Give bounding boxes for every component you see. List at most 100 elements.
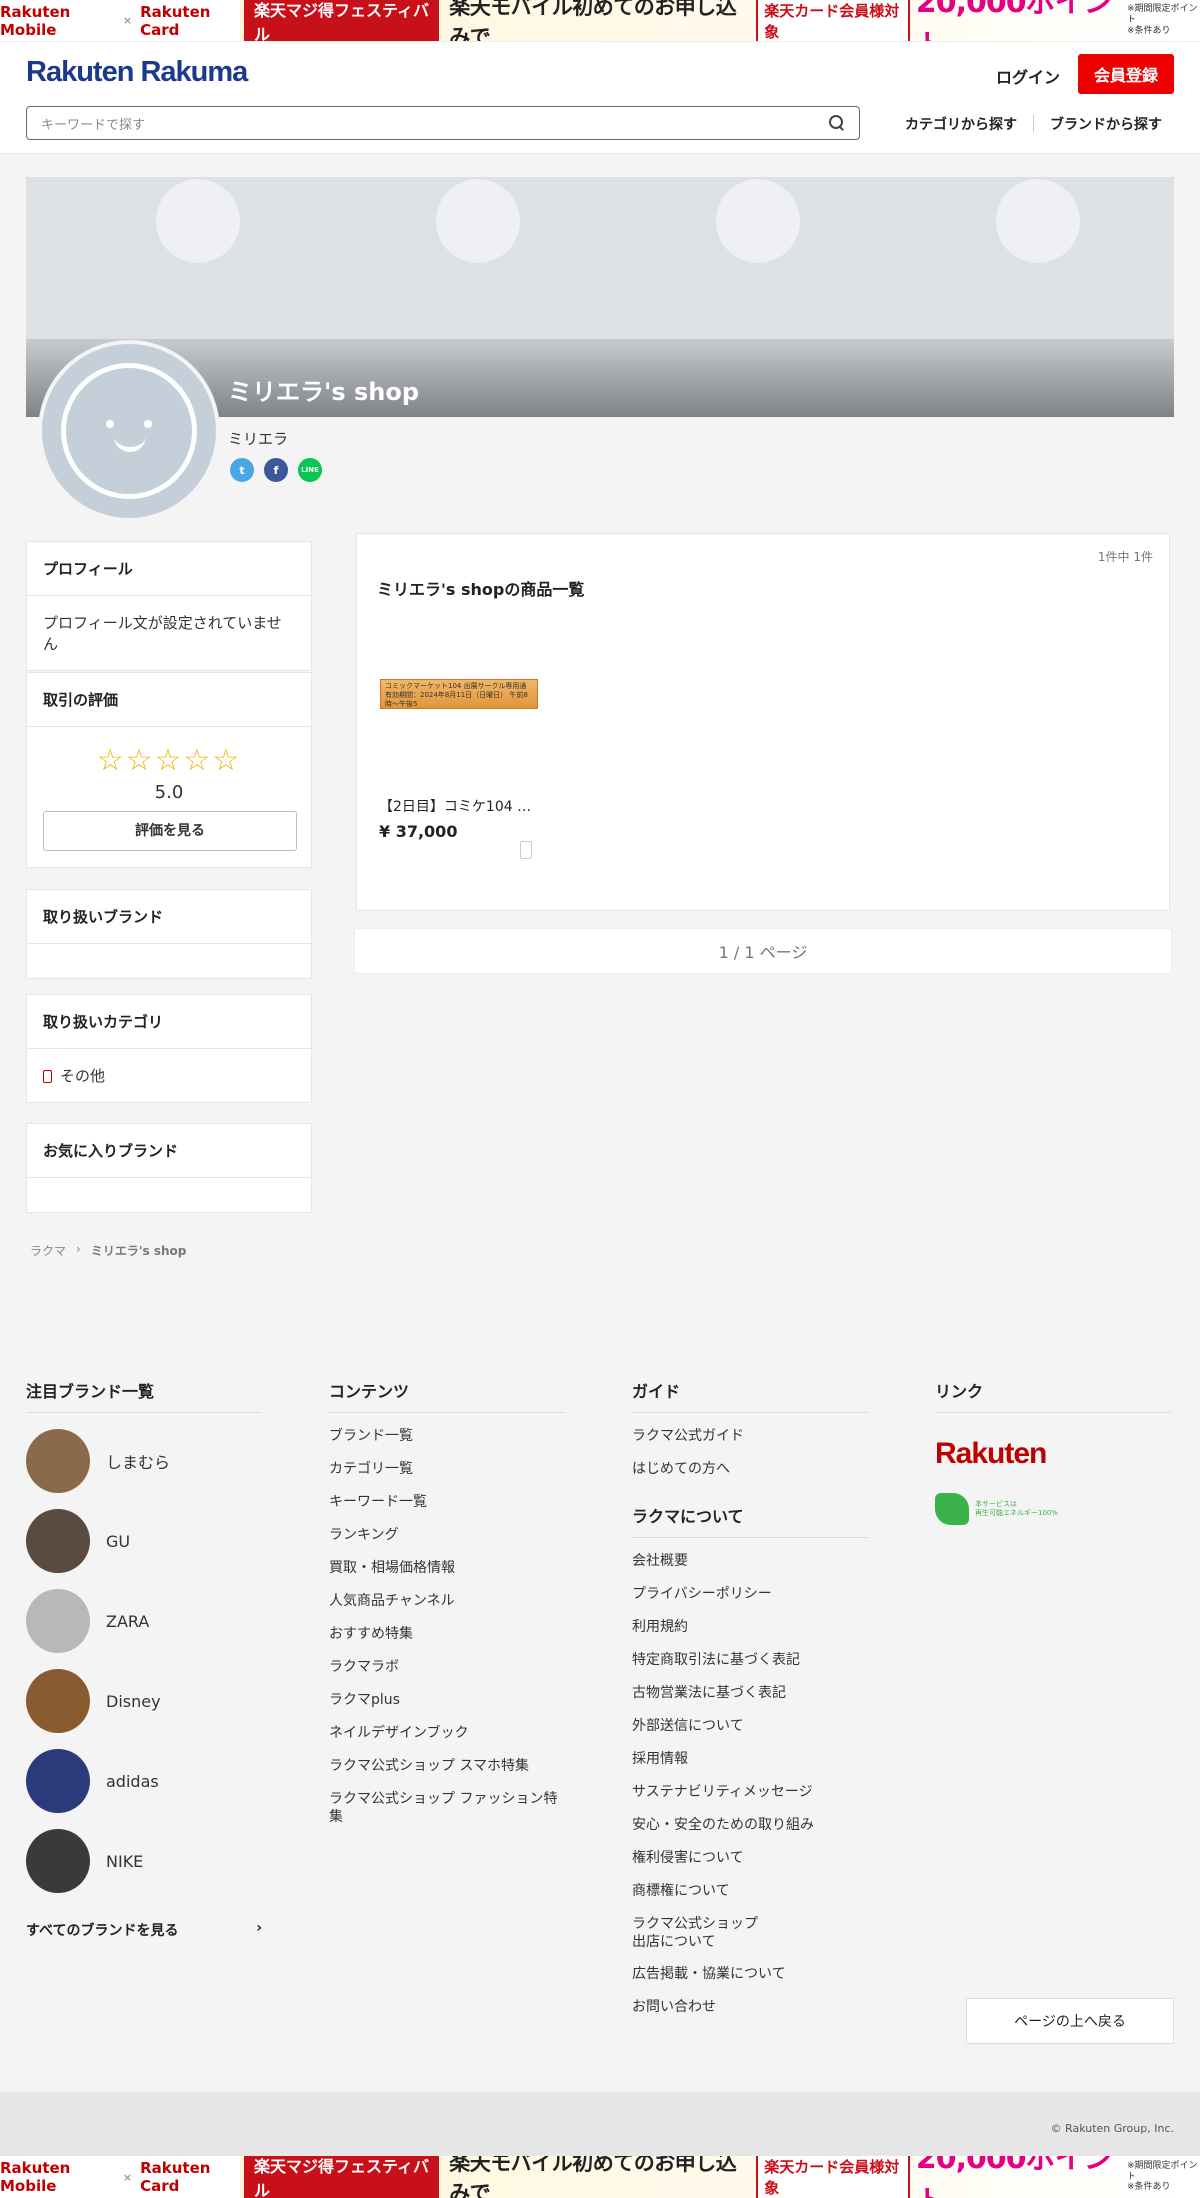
- footer-link[interactable]: ネイルデザインブック: [329, 1720, 565, 1753]
- product-list: 1件中 1件 ミリエラ's shopの商品一覧 コミックマーケット104 出展サ…: [356, 533, 1170, 911]
- footer-link[interactable]: 古物営業法に基づく表記: [632, 1680, 868, 1713]
- promo-note-2: ※条件あり: [1127, 2182, 1171, 2193]
- footer-link[interactable]: ラクマ公式ショップ 出店について: [632, 1911, 772, 1961]
- promo-note: ※期間限定ポイント ※条件あり: [1127, 2161, 1200, 2193]
- product-name[interactable]: 【2日目】コミケ104 C...: [379, 796, 539, 816]
- chevron-right-icon: ›: [256, 1920, 262, 1936]
- brand-image: [26, 1429, 90, 1493]
- promo-brands: Rakuten Mobile × Rakuten Card: [0, 2159, 240, 2195]
- promo-banner-top[interactable]: Rakuten Mobile × Rakuten Card 楽天マジ得フェスティ…: [0, 0, 1200, 42]
- footer-link[interactable]: 人気商品チャンネル: [329, 1588, 565, 1621]
- footer-link[interactable]: 安心・安全のための取り組み: [632, 1812, 868, 1845]
- footer-link[interactable]: キーワード一覧: [329, 1489, 565, 1522]
- rakuten-logo[interactable]: Rakuten: [935, 1437, 1171, 1471]
- ticket-line-2: 有効期間：2024年8月11日（日曜日） 午前8時〜午後5: [385, 691, 528, 709]
- signup-button[interactable]: 会員登録: [1078, 54, 1174, 94]
- breadcrumb-home[interactable]: ラクマ: [30, 1242, 66, 1259]
- footer-link[interactable]: ランキング: [329, 1522, 565, 1555]
- brand-item[interactable]: adidas: [26, 1741, 262, 1821]
- nav-category[interactable]: カテゴリから探す: [905, 114, 1017, 134]
- avatar-mouth: [114, 434, 146, 452]
- shop-title: ミリエラ's shop: [228, 378, 420, 406]
- brand-item[interactable]: しまむら: [26, 1421, 262, 1501]
- list-title: ミリエラ's shopの商品一覧: [377, 580, 585, 599]
- brand-item[interactable]: ZARA: [26, 1581, 262, 1661]
- rakuma-logo[interactable]: Rakuten Rakuma: [26, 56, 248, 89]
- brand-item[interactable]: Disney: [26, 1661, 262, 1741]
- avatar-eye: [106, 420, 114, 428]
- footer-link[interactable]: 権利侵害について: [632, 1845, 868, 1878]
- promo-times: ×: [122, 2170, 133, 2184]
- nav-brand[interactable]: ブランドから探す: [1050, 114, 1162, 134]
- footer-link[interactable]: 会社概要: [632, 1548, 868, 1581]
- cover-pattern: [1002, 185, 1074, 257]
- footer-link[interactable]: プライバシーポリシー: [632, 1581, 868, 1614]
- rating-panel: 取引の評価 ☆☆☆☆☆ 5.0 評価を見る: [26, 672, 312, 868]
- ticket-line-1: コミックマーケット104 出展サークル専用通: [385, 682, 527, 690]
- login-link[interactable]: ログイン: [996, 64, 1060, 88]
- search-placeholder: キーワードで探す: [41, 117, 146, 133]
- profile-panel: プロフィール プロフィール文が設定されていません: [26, 541, 312, 671]
- footer-link[interactable]: 特定商取引法に基づく表記: [632, 1647, 868, 1680]
- footer-link[interactable]: 外部送信について: [632, 1713, 868, 1746]
- footer-links-heading: リンク: [935, 1378, 1171, 1413]
- categories-panel: 取り扱いカテゴリ その他: [26, 994, 312, 1103]
- brands-heading: 取り扱いブランド: [27, 890, 311, 944]
- profile-text: プロフィール文が設定されていません: [43, 614, 282, 653]
- footer-link[interactable]: ラクマ公式ショップ ファッション特集: [329, 1786, 565, 1832]
- footer-link[interactable]: はじめての方へ: [632, 1456, 868, 1489]
- line-icon[interactable]: LINE: [298, 458, 322, 482]
- green-text-1: 本サービスは: [975, 1499, 1017, 1508]
- footer-link[interactable]: 商標権について: [632, 1878, 868, 1911]
- promo-note-1: ※期間限定ポイント: [1127, 2160, 1198, 2182]
- footer-link[interactable]: 買取・相場価格情報: [329, 1555, 565, 1588]
- promo-stripe: 楽天マジ得フェスティバル 楽天モバイル初めてのお申し込みで 楽天カード会員様対象…: [240, 2156, 1200, 2198]
- avatar-face-icon: [61, 363, 197, 499]
- footer-link[interactable]: 利用規約: [632, 1614, 868, 1647]
- nav-divider: [1033, 114, 1034, 132]
- shop-username: ミリエラ: [228, 430, 289, 448]
- promo-note-1: ※期間限定ポイント: [1127, 4, 1198, 26]
- promo-card-members: 楽天カード会員様対象: [756, 2156, 910, 2198]
- footer-link[interactable]: 広告掲載・協業について: [632, 1961, 868, 1994]
- footer-link[interactable]: カテゴリ一覧: [329, 1456, 565, 1489]
- category-icon: [43, 1070, 52, 1083]
- like-icon[interactable]: [520, 841, 532, 859]
- footer-link[interactable]: ブランド一覧: [329, 1423, 565, 1456]
- cover-pattern: [442, 185, 514, 257]
- footer-link[interactable]: 採用情報: [632, 1746, 868, 1779]
- footer-link[interactable]: ラクマ公式ショップ スマホ特集: [329, 1753, 565, 1786]
- promo-banner-bottom[interactable]: Rakuten Mobile × Rakuten Card 楽天マジ得フェスティ…: [0, 2156, 1200, 2198]
- brand-item[interactable]: GU: [26, 1501, 262, 1581]
- brand-name: しまむら: [106, 1453, 171, 1472]
- brand-item[interactable]: NIKE: [26, 1821, 262, 1901]
- footer-link[interactable]: お問い合わせ: [632, 1994, 868, 2027]
- brand-image: [26, 1829, 90, 1893]
- promo-note: ※期間限定ポイント ※条件あり: [1127, 4, 1200, 36]
- facebook-icon[interactable]: f: [264, 458, 288, 482]
- back-to-top-button[interactable]: ページの上へ戻る: [966, 1998, 1174, 2044]
- view-reviews-button[interactable]: 評価を見る: [43, 811, 297, 851]
- twitter-icon[interactable]: t: [230, 458, 254, 482]
- site-header: Rakuten Rakuma ログイン 会員登録 キーワードで探す カテゴリから…: [0, 42, 1200, 154]
- footer-link[interactable]: おすすめ特集: [329, 1621, 565, 1654]
- footer-link[interactable]: ラクマラボ: [329, 1654, 565, 1687]
- promo-note-2: ※条件あり: [1127, 25, 1171, 36]
- all-brands-link[interactable]: すべてのブランドを見る ›: [26, 1920, 262, 1940]
- search-input[interactable]: キーワードで探す: [26, 106, 860, 140]
- product-image[interactable]: コミックマーケット104 出展サークル専用通 有効期間：2024年8月11日（日…: [379, 614, 539, 774]
- rating-heading: 取引の評価: [27, 673, 311, 727]
- category-item[interactable]: その他: [27, 1049, 311, 1102]
- footer-link[interactable]: サステナビリティメッセージ: [632, 1779, 868, 1812]
- footer-link[interactable]: ラクマplus: [329, 1687, 565, 1720]
- search-icon[interactable]: [829, 115, 845, 131]
- product-card[interactable]: コミックマーケット104 出展サークル専用通 有効期間：2024年8月11日（日…: [379, 614, 539, 841]
- brand-name: ZARA: [106, 1611, 150, 1631]
- footer-link[interactable]: ラクマ公式ガイド: [632, 1423, 868, 1456]
- brand-name: GU: [106, 1531, 131, 1551]
- cover-pattern: [162, 185, 234, 257]
- footer-guide-heading: ガイド: [632, 1378, 868, 1413]
- rakuten-mobile-logo: Rakuten Mobile: [0, 2159, 71, 2195]
- green-energy-badge[interactable]: 本サービスは 再生可能エネルギー100%: [935, 1493, 1171, 1525]
- result-count: 1件中 1件: [1097, 550, 1153, 564]
